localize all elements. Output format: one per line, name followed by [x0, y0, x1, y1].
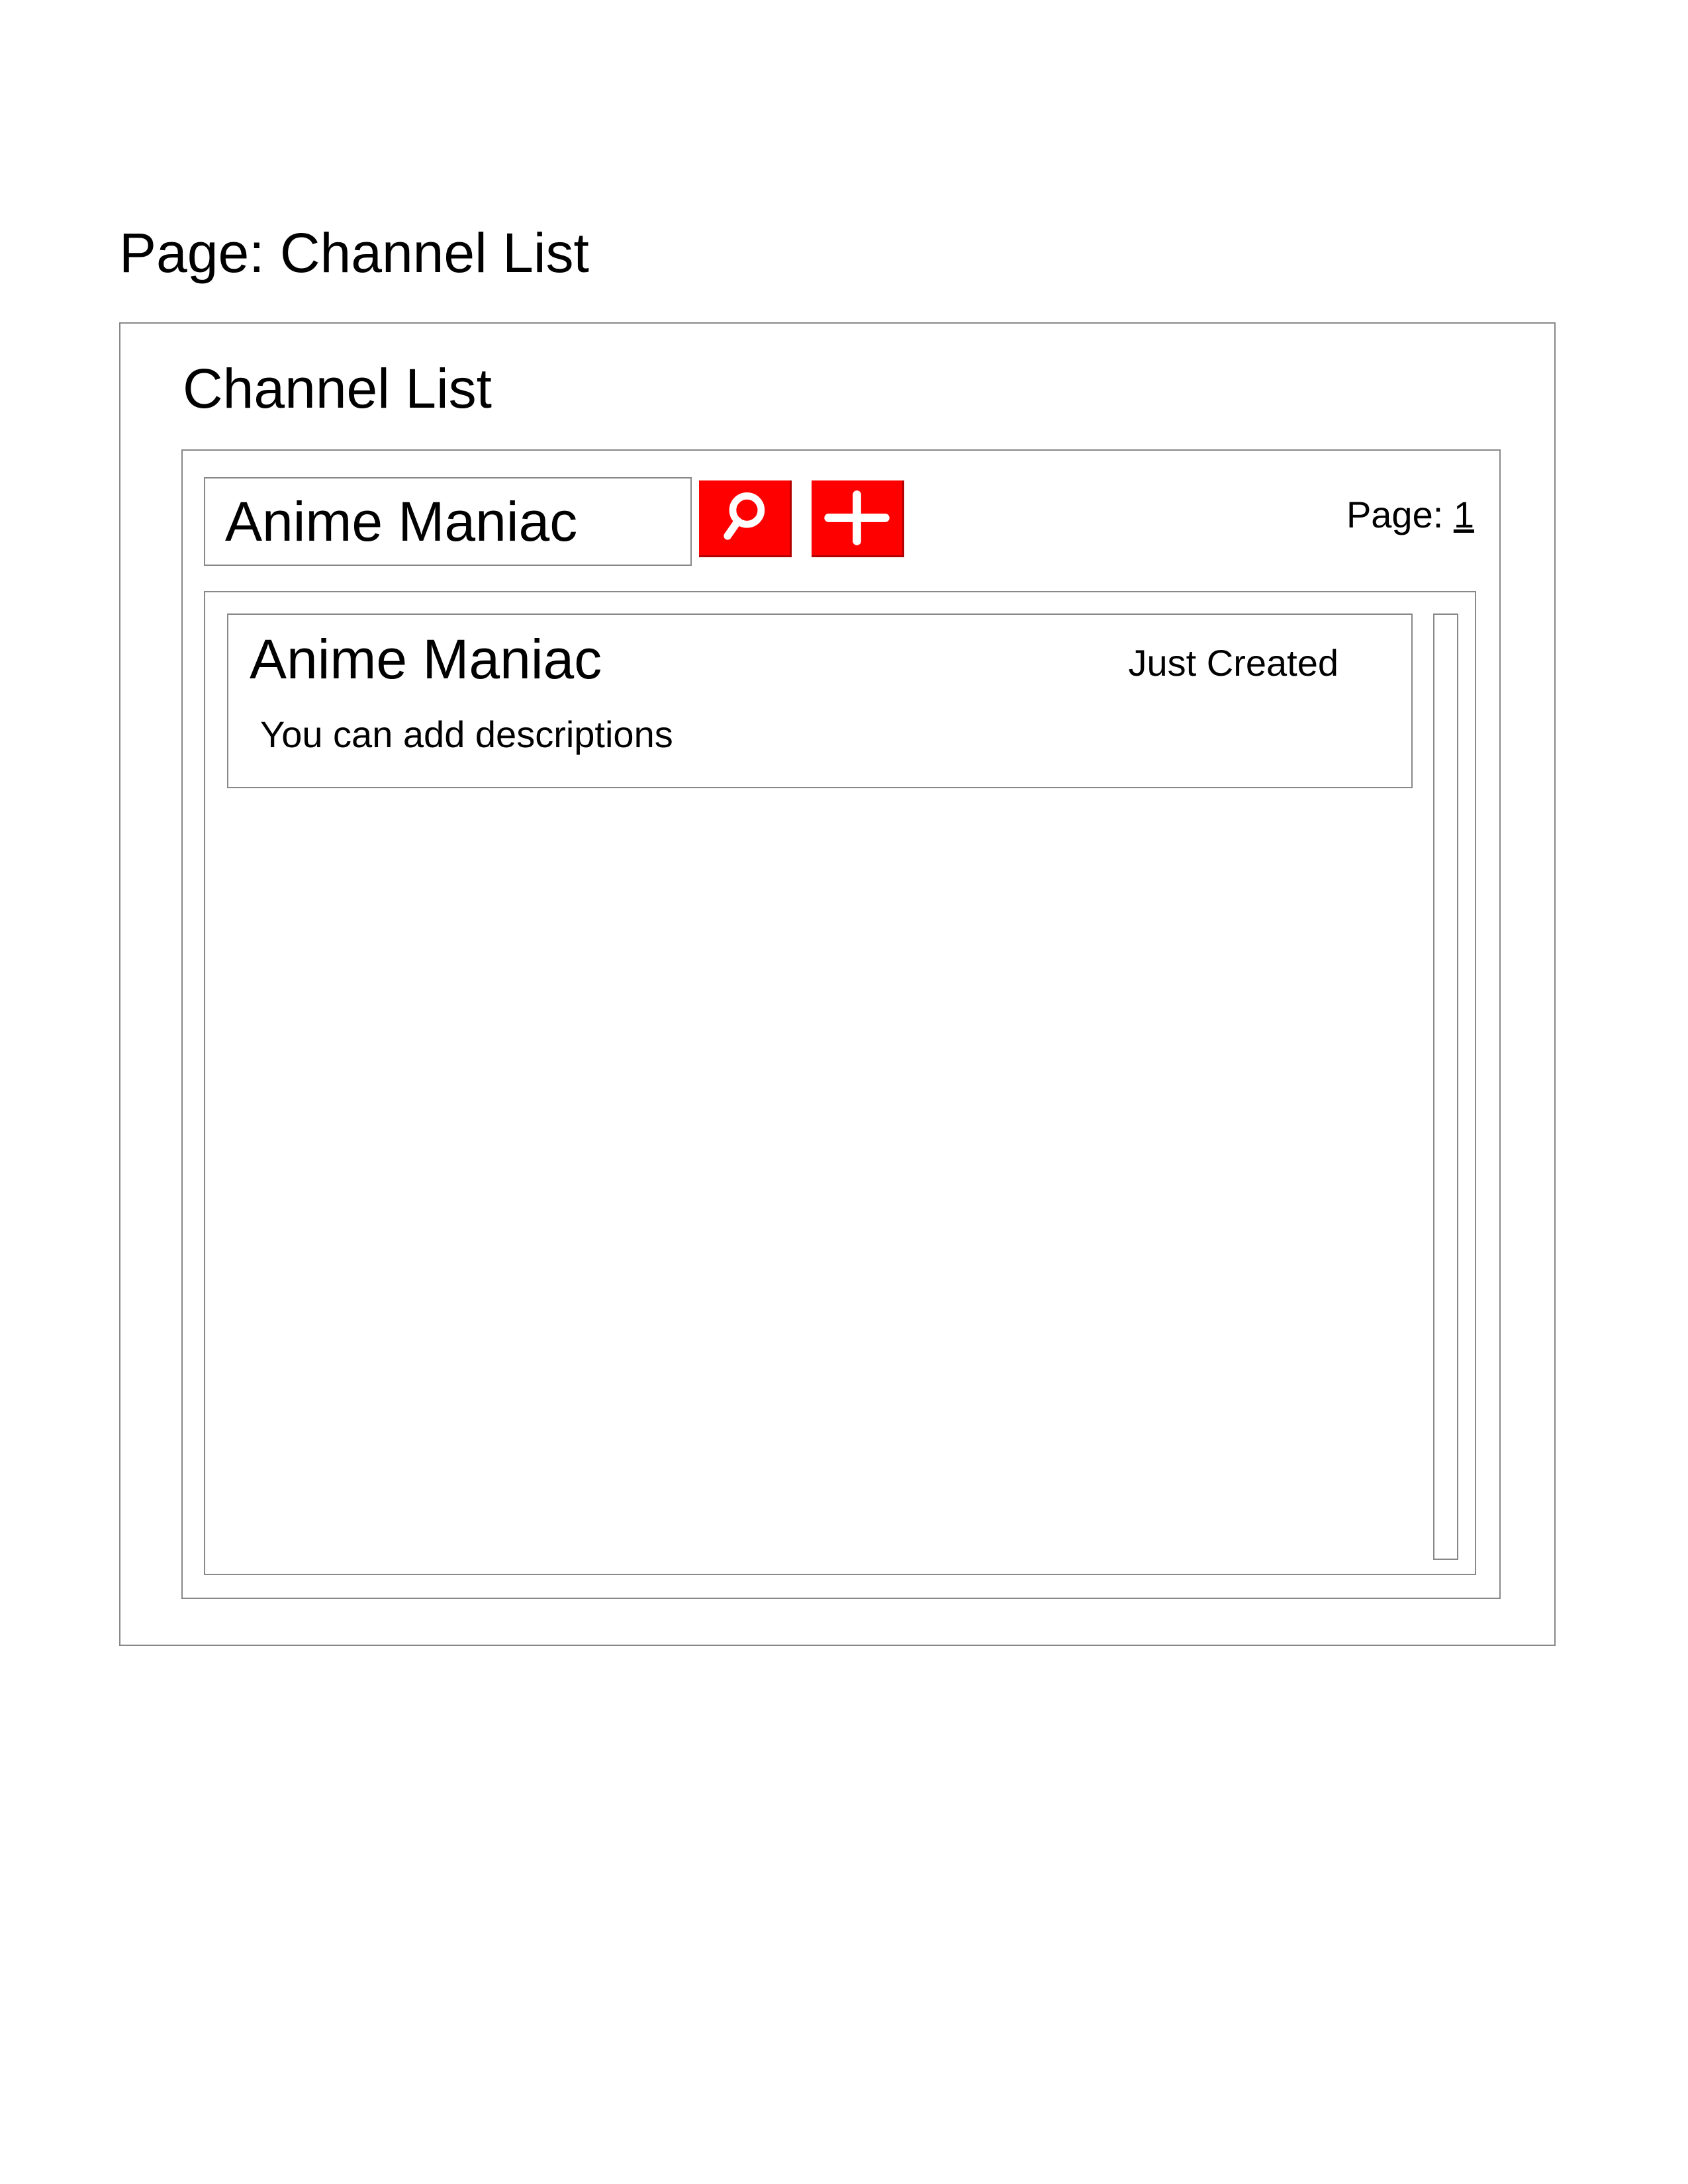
- status-badge: Just Created: [1128, 642, 1339, 684]
- pagination-label: Page:: [1346, 494, 1444, 535]
- channel-name: Anime Maniac: [250, 628, 602, 690]
- channel-description: You can add descriptions: [260, 713, 673, 755]
- search-button[interactable]: [699, 480, 792, 557]
- search-icon: [724, 492, 765, 540]
- panel-title: Channel List: [183, 357, 492, 420]
- search-input[interactable]: [204, 477, 692, 566]
- page-title: Page: Channel List: [119, 222, 589, 284]
- page-number-link[interactable]: 1: [1454, 494, 1474, 535]
- pagination: Page: 1: [1346, 496, 1474, 533]
- scrollbar[interactable]: [1433, 614, 1458, 1560]
- add-channel-button[interactable]: [812, 480, 904, 557]
- plus-icon: [824, 490, 890, 545]
- list-item[interactable]: Anime Maniac Just Created You can add de…: [227, 614, 1413, 788]
